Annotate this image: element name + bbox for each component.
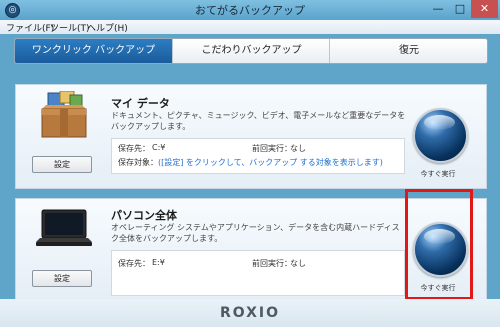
highlight-box <box>405 189 473 300</box>
menu-help[interactable]: ヘルプ(H) <box>87 21 128 34</box>
tab-one-click-backup[interactable]: ワンクリック バックアップ <box>15 39 172 63</box>
whole-pc-info-box: 保存先： E:¥ 前回実行： なし <box>111 250 405 296</box>
my-data-target-label: 保存対象： <box>118 158 158 167</box>
maximize-button[interactable]: □ <box>449 0 471 18</box>
footer: ROXIO <box>0 299 500 327</box>
title-bar: ◎ おてがるバックアップ — □ ✕ <box>0 0 500 20</box>
roxio-logo: ROXIO <box>219 305 281 321</box>
my-data-title: マイ データ <box>111 97 170 110</box>
my-data-target-link[interactable]: ([設定] をクリックして、バックアップ する対象を表示します) <box>158 157 383 168</box>
my-data-dest-label: 保存先： <box>118 144 150 153</box>
my-data-last-value: なし <box>290 144 306 153</box>
tab-restore[interactable]: 復元 <box>329 39 487 63</box>
my-data-last-label: 前回実行： <box>252 144 292 153</box>
laptop-icon <box>34 208 94 250</box>
my-data-description: ドキュメント、ピクチャ、ミュージック、ビデオ、電子メールなど重要なデータをバック… <box>111 111 406 131</box>
whole-pc-dest-label: 保存先： <box>118 259 150 268</box>
my-data-panel: 設定 マイ データ ドキュメント、ピクチャ、ミュージック、ビデオ、電子メールなど… <box>15 84 487 189</box>
window-title: おてがるバックアップ <box>195 4 305 17</box>
whole-pc-title: パソコン全体 <box>111 209 177 222</box>
menu-bar: ファイル(F) ツール(T) ヘルプ(H) <box>0 20 500 34</box>
box-icon <box>38 90 90 139</box>
minimize-button[interactable]: — <box>427 0 449 18</box>
my-data-info-box: 保存先： C:¥ 前回実行： なし 保存対象： ([設定] をクリックして、バッ… <box>111 138 405 174</box>
app-window: ◎ おてがるバックアップ — □ ✕ ファイル(F) ツール(T) ヘルプ(H)… <box>0 0 500 327</box>
menu-tools[interactable]: ツール(T) <box>50 21 90 34</box>
my-data-run-label: 今すぐ実行 <box>420 170 456 178</box>
whole-pc-last-value: なし <box>290 259 306 268</box>
my-data-settings-button[interactable]: 設定 <box>32 156 92 173</box>
my-data-run-button[interactable] <box>413 108 468 163</box>
close-button[interactable]: ✕ <box>471 0 498 18</box>
whole-pc-dest-value: E:¥ <box>152 258 165 267</box>
tab-custom-backup[interactable]: こだわりバックアップ <box>172 39 330 63</box>
menu-file[interactable]: ファイル(F) <box>6 21 54 34</box>
tab-bar: ワンクリック バックアップ こだわりバックアップ 復元 <box>14 38 488 64</box>
run-orb-icon[interactable] <box>413 108 468 163</box>
whole-pc-last-label: 前回実行： <box>252 259 292 268</box>
whole-pc-description: オペレーティング システムやアプリケーション、データを含む内蔵ハードディスク全体… <box>111 223 400 243</box>
whole-pc-settings-button[interactable]: 設定 <box>32 270 92 287</box>
my-data-dest-value: C:¥ <box>152 143 166 152</box>
